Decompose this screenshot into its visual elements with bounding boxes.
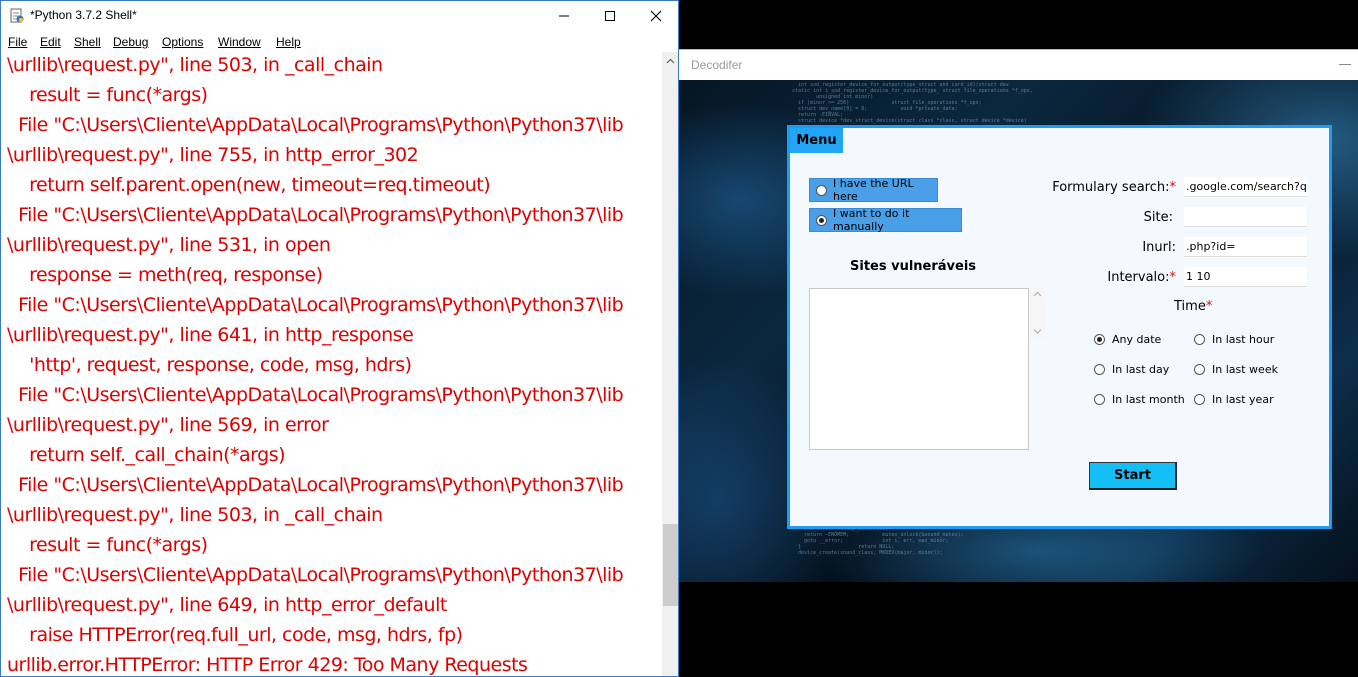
- maximize-button[interactable]: [587, 1, 633, 31]
- output-line: result = func(*args): [7, 534, 208, 556]
- time-option-last-month[interactable]: In last month: [1094, 393, 1185, 406]
- sites-title: Sites vulneráveis: [850, 259, 977, 274]
- output-line: \urllib\request.py", line 503, in _call_…: [7, 54, 383, 76]
- shell-menubar: File Edit Shell Debug Options Window Hel…: [1, 31, 678, 52]
- chevron-down-icon[interactable]: [1033, 328, 1042, 335]
- radio-last-month[interactable]: [1094, 394, 1105, 405]
- python-idle-icon: [10, 8, 24, 23]
- close-icon: [650, 10, 662, 22]
- sites-scrollbar[interactable]: [1029, 288, 1046, 338]
- radio-any-date[interactable]: [1094, 334, 1105, 345]
- output-line: urllib.error.HTTPError: HTTP Error 429: …: [7, 654, 528, 676]
- required-mark: *: [1205, 299, 1213, 314]
- decodifer-title: Decodifer: [691, 58, 743, 72]
- radio-last-hour[interactable]: [1194, 334, 1205, 345]
- time-option-label: In last week: [1212, 363, 1278, 376]
- minimize-button[interactable]: [541, 1, 587, 31]
- time-option-last-year[interactable]: In last year: [1194, 393, 1274, 406]
- formulary-label: Formulary search:*: [1050, 180, 1176, 195]
- time-option-last-hour[interactable]: In last hour: [1194, 333, 1274, 346]
- sites-list[interactable]: [809, 288, 1029, 450]
- inurl-input[interactable]: .php?id=: [1184, 237, 1307, 257]
- output-line: \urllib\request.py", line 641, in http_r…: [7, 324, 414, 346]
- radio-url[interactable]: [816, 184, 827, 196]
- radio-last-week[interactable]: [1194, 364, 1205, 375]
- time-label-text: Time: [1174, 299, 1206, 314]
- decodifer-titlebar[interactable]: Decodifer: [679, 49, 1358, 80]
- required-mark: *: [1169, 180, 1177, 195]
- intervalo-label: Intervalo:*: [1090, 270, 1176, 285]
- minimize-icon: [559, 15, 569, 17]
- time-option-any-date[interactable]: Any date: [1094, 333, 1161, 346]
- time-option-last-day[interactable]: In last day: [1094, 363, 1169, 376]
- output-line: File "C:\Users\Cliente\AppData\Local\Pro…: [7, 474, 624, 496]
- shell-titlebar[interactable]: *Python 3.7.2 Shell*: [1, 1, 678, 31]
- output-line: 'http', request, response, code, msg, hd…: [7, 354, 412, 376]
- menu-debug[interactable]: Debug: [113, 35, 148, 49]
- shell-scrollbar[interactable]: [662, 52, 678, 676]
- output-line: raise HTTPError(req.full_url, code, msg,…: [7, 624, 463, 646]
- time-option-label: Any date: [1112, 333, 1162, 346]
- mode-option-url[interactable]: I have the URL here: [809, 177, 938, 203]
- python-shell-window: *Python 3.7.2 Shell* File Edit Shell Deb…: [0, 0, 679, 677]
- formulary-label-text: Formulary search:: [1052, 180, 1170, 195]
- inurl-label: Inurl:: [1142, 240, 1176, 255]
- time-option-last-week[interactable]: In last week: [1194, 363, 1278, 376]
- output-line: \urllib\request.py", line 531, in open: [7, 234, 331, 256]
- maximize-icon: [605, 11, 615, 21]
- time-option-label: In last day: [1112, 363, 1170, 376]
- output-line: File "C:\Users\Cliente\AppData\Local\Pro…: [7, 384, 624, 406]
- output-line: \urllib\request.py", line 755, in http_e…: [7, 144, 419, 166]
- output-line: return self.parent.open(new, timeout=req…: [7, 174, 491, 196]
- output-line: \urllib\request.py", line 649, in http_e…: [7, 594, 447, 616]
- output-line: response = meth(req, response): [7, 264, 323, 286]
- close-button[interactable]: [633, 1, 678, 31]
- shell-output[interactable]: \urllib\request.py", line 503, in _call_…: [1, 52, 662, 676]
- radio-last-year[interactable]: [1194, 394, 1205, 405]
- output-line: return self._call_chain(*args): [7, 444, 286, 466]
- menu-shell[interactable]: Shell: [74, 35, 101, 49]
- menu-tab[interactable]: Menu: [790, 128, 843, 153]
- output-line: File "C:\Users\Cliente\AppData\Local\Pro…: [7, 294, 624, 316]
- scroll-up-button[interactable]: [662, 52, 678, 69]
- start-button[interactable]: Start: [1089, 462, 1177, 490]
- scroll-thumb[interactable]: [663, 524, 678, 606]
- menu-window[interactable]: Window: [218, 35, 261, 49]
- site-input[interactable]: [1184, 207, 1307, 227]
- required-mark: *: [1169, 270, 1177, 285]
- chevron-up-icon: [666, 58, 675, 63]
- minimize-icon[interactable]: [1339, 64, 1351, 65]
- background-code-decoration: int sod_register_device_for_output(type_…: [792, 82, 1033, 124]
- radio-last-day[interactable]: [1094, 364, 1105, 375]
- site-label: Site:: [1143, 210, 1173, 225]
- menu-edit[interactable]: Edit: [40, 35, 61, 49]
- menu-options[interactable]: Options: [162, 35, 203, 49]
- output-line: File "C:\Users\Cliente\AppData\Local\Pro…: [7, 204, 624, 226]
- mode-option-manual[interactable]: I want to do it manually: [809, 207, 962, 233]
- mode-option-label: I want to do it manually: [833, 207, 910, 233]
- output-line: \urllib\request.py", line 569, in error: [7, 414, 329, 436]
- intervalo-input[interactable]: 1 10: [1184, 267, 1307, 287]
- radio-manual[interactable]: [816, 214, 827, 226]
- time-label: Time*: [1174, 299, 1212, 314]
- time-option-label: In last month: [1112, 393, 1185, 406]
- menu-help[interactable]: Help: [276, 35, 301, 49]
- output-line: File "C:\Users\Cliente\AppData\Local\Pro…: [7, 114, 624, 136]
- time-option-label: In last year: [1212, 393, 1274, 406]
- output-line: result = func(*args): [7, 84, 208, 106]
- chevron-up-icon[interactable]: [1033, 291, 1042, 298]
- output-line: \urllib\request.py", line 503, in _call_…: [7, 504, 383, 526]
- mode-option-label: I have the URL here: [833, 177, 914, 203]
- intervalo-label-text: Intervalo:: [1107, 270, 1170, 285]
- shell-title: *Python 3.7.2 Shell*: [30, 8, 137, 22]
- time-option-label: In last hour: [1212, 333, 1275, 346]
- output-line: File "C:\Users\Cliente\AppData\Local\Pro…: [7, 564, 624, 586]
- menu-file[interactable]: File: [8, 35, 27, 49]
- formulary-input[interactable]: .google.com/search?q=: [1184, 177, 1307, 197]
